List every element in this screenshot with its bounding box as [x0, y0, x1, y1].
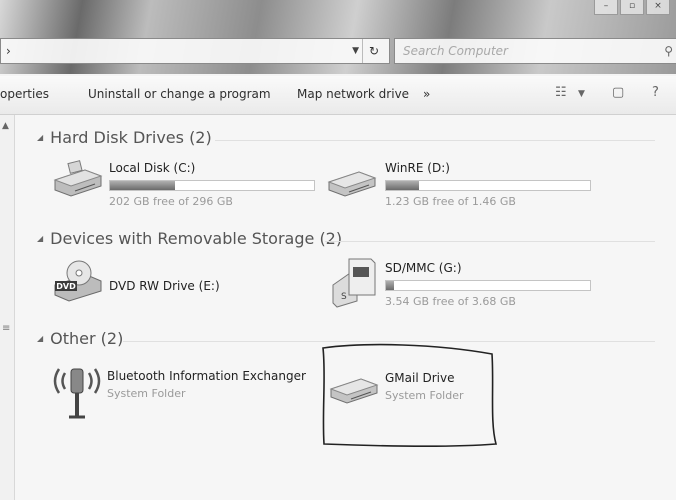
bluetooth-information-exchanger[interactable]: Bluetooth Information Exchanger System F… [49, 359, 309, 419]
window-controls: – ▫ × [594, 0, 670, 15]
scroll-up-icon[interactable]: ▲ [2, 121, 9, 131]
drive-dvd-rw-e[interactable]: DVD DVD RW Drive (E:) [51, 259, 271, 309]
item-name: Bluetooth Information Exchanger [107, 369, 306, 383]
memory-card-icon: S [332, 258, 376, 308]
group-title: Other (2) [50, 329, 124, 348]
search-icon[interactable]: ⚲ [664, 39, 673, 63]
svg-text:S: S [341, 292, 347, 302]
group-header-removable[interactable]: ◢ Devices with Removable Storage (2) [37, 229, 342, 248]
search-input[interactable]: Search Computer ⚲ [394, 38, 676, 64]
navigation-pane: ▲ ≡ [0, 115, 15, 500]
drive-free-space: 202 GB free of 296 GB [109, 195, 233, 208]
collapse-icon[interactable]: ◢ [37, 133, 43, 142]
drive-winre-d[interactable]: WinRE (D:) 1.23 GB free of 1.46 GB [325, 160, 595, 212]
capacity-fill [110, 181, 176, 190]
pane-resize-handle[interactable]: ≡ [2, 323, 10, 334]
close-button[interactable]: × [646, 0, 670, 15]
collapse-icon[interactable]: ◢ [37, 234, 43, 243]
refresh-icon[interactable]: ↻ [362, 39, 385, 63]
view-options-icon[interactable]: ☷ [555, 85, 567, 100]
drive-free-space: 3.54 GB free of 3.68 GB [385, 295, 516, 308]
more-commands-button[interactable]: » [423, 87, 430, 101]
drive-sd-mmc-g[interactable]: S SD/MMC (G:) 3.54 GB free of 3.68 GB [327, 255, 595, 313]
group-header-hard-disk[interactable]: ◢ Hard Disk Drives (2) [37, 128, 212, 147]
gmail-drive[interactable]: GMail Drive System Folder [327, 367, 497, 415]
title-bar: – ▫ × › ▼ ↻ Search Computer ⚲ [0, 0, 676, 74]
preview-pane-icon[interactable]: ▢ [612, 85, 624, 100]
drive-name: DVD RW Drive (E:) [109, 279, 220, 293]
capacity-bar [385, 280, 591, 291]
capacity-fill [386, 181, 419, 190]
capacity-bar [109, 180, 315, 191]
drive-local-disk-c[interactable]: Local Disk (C:) 202 GB free of 296 GB [51, 160, 315, 212]
item-type: System Folder [385, 389, 464, 402]
group-divider [215, 140, 655, 141]
map-network-drive-button[interactable]: Map network drive [297, 87, 409, 101]
group-header-other[interactable]: ◢ Other (2) [37, 329, 123, 348]
properties-button[interactable]: operties [0, 87, 49, 101]
hard-drive-icon [53, 160, 103, 197]
drives-view: ◢ Hard Disk Drives (2) Local Disk (C:) 20… [15, 115, 676, 500]
dvd-logo: DVD [56, 282, 76, 291]
search-placeholder: Search Computer [403, 44, 508, 58]
dvd-drive-icon: DVD [54, 260, 102, 302]
group-divider [325, 241, 655, 242]
capacity-fill [386, 281, 395, 290]
minimize-button[interactable]: – [594, 0, 618, 15]
drive-free-space: 1.23 GB free of 1.46 GB [385, 195, 516, 208]
drive-name: WinRE (D:) [385, 161, 450, 175]
drive-name: Local Disk (C:) [109, 161, 196, 175]
command-bar: operties Uninstall or change a program M… [0, 76, 676, 115]
chevron-down-icon[interactable]: ▼ [578, 89, 585, 99]
group-title: Hard Disk Drives (2) [50, 128, 212, 147]
collapse-icon[interactable]: ◢ [37, 334, 43, 343]
help-icon[interactable]: ? [652, 85, 659, 100]
chevron-down-icon[interactable]: ▼ [352, 39, 359, 63]
maximize-button[interactable]: ▫ [620, 0, 644, 15]
hard-drive-icon [329, 378, 379, 404]
hard-drive-icon [327, 171, 377, 197]
address-bar[interactable]: › ▼ ↻ [0, 38, 390, 64]
group-title: Devices with Removable Storage (2) [50, 229, 343, 248]
bluetooth-antenna-icon [53, 368, 101, 419]
breadcrumb[interactable]: › [6, 39, 11, 63]
uninstall-program-button[interactable]: Uninstall or change a program [88, 87, 271, 101]
item-name: GMail Drive [385, 371, 455, 385]
drive-name: SD/MMC (G:) [385, 261, 462, 275]
capacity-bar [385, 180, 591, 191]
item-type: System Folder [107, 387, 186, 400]
